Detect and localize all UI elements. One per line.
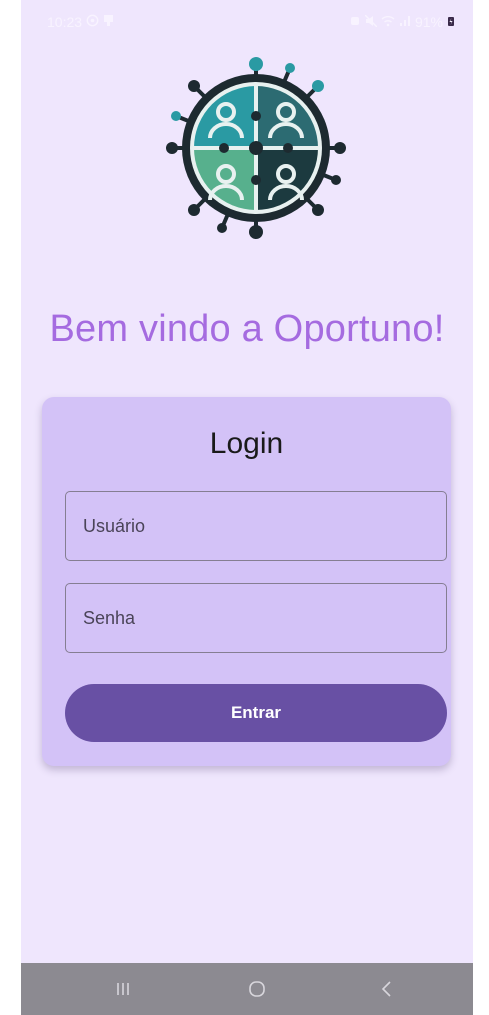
bug-icon [349, 15, 361, 30]
username-placeholder: Usuário [83, 516, 146, 536]
mute-icon [364, 14, 378, 30]
back-icon[interactable] [357, 963, 417, 1015]
signal-icon [399, 15, 411, 30]
wifi-icon [381, 15, 395, 30]
login-title: Login [209, 427, 284, 460]
status-left: 10:23 [47, 14, 114, 30]
login-button[interactable]: Entrar [65, 684, 447, 742]
whatsapp-icon [86, 14, 99, 30]
app-screen: 10:23 91% Bem vindo a Oportuno! Login Us… [21, 0, 473, 1015]
battery-level: 91% [414, 14, 443, 30]
username-field[interactable]: Usuário [65, 491, 447, 561]
home-icon[interactable] [227, 963, 287, 1015]
password-placeholder: Senha [83, 608, 136, 628]
battery-icon [447, 15, 455, 30]
recent-apps-icon[interactable] [93, 963, 153, 1015]
status-bar: 10:23 91% [21, 0, 473, 44]
notification-icon [103, 14, 114, 30]
oportuno-logo [164, 56, 348, 240]
login-card: Login Usuário Senha Entrar [42, 397, 451, 766]
welcome-heading: Bem vindo a Oportuno! [49, 308, 445, 350]
status-time: 10:23 [47, 14, 83, 30]
password-field[interactable]: Senha [65, 583, 447, 653]
navigation-bar [21, 963, 473, 1015]
status-right: 91% [349, 14, 455, 30]
